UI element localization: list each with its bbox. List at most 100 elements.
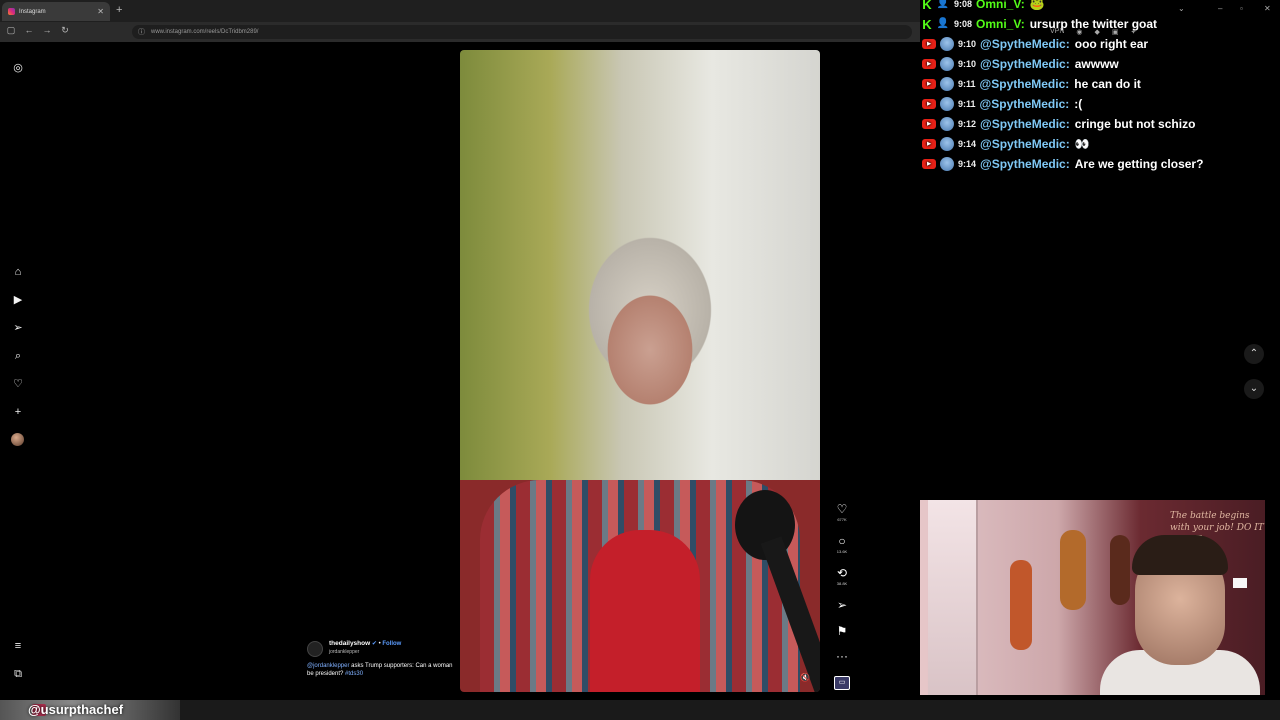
youtube-logo-icon: ▶ — [922, 59, 936, 69]
chat-message: ▶ 9:14 @SpytheMedic: 👀 — [922, 134, 1090, 154]
also-from-meta-icon[interactable]: ⧉ — [11, 667, 25, 681]
chat-text: Are we getting closer? — [1074, 157, 1204, 171]
follow-button[interactable]: Follow — [382, 641, 401, 647]
share-button[interactable]: ➢ — [834, 599, 850, 611]
chat-text: he can do it — [1074, 77, 1141, 91]
chat-avatar — [940, 57, 954, 71]
chat-message: ▶ 9:12 @SpytheMedic: cringe but not schizo — [922, 114, 1195, 134]
create-plus-icon[interactable]: + — [11, 405, 25, 419]
chat-avatar — [940, 117, 954, 131]
sidebar-toggle-icon[interactable]: ▢ — [4, 25, 18, 36]
chat-timestamp: 9:14 — [958, 159, 977, 169]
home-icon[interactable]: ⌂ — [11, 265, 25, 279]
chat-username: Omni_V: — [976, 17, 1025, 31]
caption-mention[interactable]: @jordanklepper — [307, 663, 349, 669]
search-icon[interactable]: ⌕ — [11, 349, 25, 363]
reel-caption: thedailyshow ✔ • Follow jordanklepper @j… — [307, 640, 457, 678]
chat-username: Omni_V: — [976, 0, 1025, 11]
chat-timestamp: 9:14 — [958, 139, 977, 149]
chat-avatar — [940, 77, 954, 91]
streamer — [1132, 535, 1228, 575]
tab-title: Instagram — [19, 8, 46, 15]
chat-avatar — [940, 157, 954, 171]
chat-timestamp: 9:10 — [958, 39, 977, 49]
chat-username: @SpytheMedic: — [979, 97, 1070, 111]
direct-message-icon[interactable]: ➢ — [11, 321, 25, 335]
chat-avatar — [940, 37, 954, 51]
chat-text: awwww — [1074, 57, 1119, 71]
site-info-icon[interactable]: ⓘ — [138, 27, 145, 37]
chat-message: ▶ 9:11 @SpytheMedic: he can do it — [922, 74, 1141, 94]
save-button[interactable]: ⚑ — [834, 625, 850, 637]
comment-count: 13.6K — [836, 549, 848, 554]
webcam-background — [1010, 560, 1032, 650]
comment-icon: ○ — [838, 534, 846, 548]
chat-timestamp: 9:12 — [958, 119, 977, 129]
chat-message: ▶ 9:11 @SpytheMedic: :( — [922, 94, 1082, 114]
more-menu-icon[interactable]: ≡ — [11, 639, 25, 653]
chat-text: cringe but not schizo — [1074, 117, 1196, 131]
chat-message: ▶ 9:10 @SpytheMedic: awwww — [922, 54, 1119, 74]
reload-icon[interactable]: ↻ — [58, 25, 72, 36]
repost-icon: ⟲ — [836, 566, 848, 580]
account-name[interactable]: thedailyshow — [329, 640, 370, 647]
chat-timestamp: 9:10 — [958, 59, 977, 69]
chat-timestamp: 9:11 — [958, 79, 976, 89]
webcam-background — [928, 500, 978, 695]
video-content — [590, 530, 700, 692]
browser-tab-bar: Instagram ✕ + — [0, 0, 920, 22]
address-bar[interactable]: ⓘ www.instagram.com/reels/DcTridbm289/ — [132, 25, 912, 39]
repost-count: 38.8K — [836, 581, 848, 586]
more-options-button[interactable]: ··· — [834, 650, 850, 662]
repost-button[interactable]: ⟲ 38.8K — [834, 567, 850, 586]
chat-message: K 👤 9:08 Omni_V: ursurp the twitter goat — [922, 14, 1157, 34]
chat-username: @SpytheMedic: — [980, 37, 1070, 51]
chat-timestamp: 9:08 — [954, 19, 973, 29]
chat-timestamp: 9:08 — [954, 0, 973, 9]
stream-bottom-bar: @usurpthachef — [0, 700, 1280, 720]
previous-reel-button[interactable]: ⌃ — [1244, 344, 1264, 364]
chat-avatar — [940, 97, 954, 111]
notifications-heart-icon[interactable]: ♡ — [11, 377, 25, 391]
user-icon: 👤 — [936, 0, 950, 9]
streamer-webcam: The battle begins with your job! DO IT R… — [920, 500, 1265, 695]
instagram-logo-icon[interactable]: ◎ — [11, 61, 25, 75]
youtube-logo-icon: ▶ — [922, 79, 936, 89]
url-text: www.instagram.com/reels/DcTridbm289/ — [151, 29, 259, 35]
kick-logo-icon: K — [922, 16, 932, 32]
comment-button[interactable]: ○ 13.6K — [834, 535, 850, 554]
collab-account[interactable]: jordanklepper — [329, 648, 457, 656]
back-arrow-icon[interactable]: ← — [22, 25, 36, 35]
separator: • — [378, 641, 381, 647]
youtube-logo-icon: ▶ — [922, 159, 936, 169]
next-reel-button[interactable]: ⌄ — [1244, 379, 1264, 399]
streamer-handle: @usurpthachef — [28, 702, 124, 717]
youtube-logo-icon: ▶ — [922, 99, 936, 109]
heart-icon: ♡ — [836, 502, 848, 516]
reel-video[interactable]: 🔇 — [460, 50, 820, 692]
youtube-logo-icon: ▶ — [922, 39, 936, 49]
chat-text: 👀 — [1074, 137, 1090, 151]
webcam-background — [1060, 530, 1086, 610]
reels-icon[interactable]: ▶ — [11, 293, 25, 307]
browser-nav-bar: ▢ ← → ↻ ⓘ www.instagram.com/reels/DcTrid… — [0, 22, 920, 42]
chat-text: ursurp the twitter goat — [1029, 17, 1158, 31]
close-tab-icon[interactable]: ✕ — [97, 7, 104, 16]
chat-timestamp: 9:11 — [958, 99, 976, 109]
profile-avatar[interactable] — [11, 433, 24, 446]
chat-message: ▶ 9:14 @SpytheMedic: Are we getting closer? — [922, 154, 1203, 174]
chat-username: @SpytheMedic: — [980, 157, 1070, 171]
audio-thumbnail[interactable]: ▭ — [834, 676, 850, 690]
webcam-background — [1110, 535, 1130, 605]
browser-tab-instagram[interactable]: Instagram ✕ — [2, 2, 110, 21]
new-tab-button[interactable]: + — [116, 4, 122, 16]
ellipsis-icon: ··· — [836, 649, 848, 663]
bookmark-icon: ⚑ — [836, 624, 848, 638]
forward-arrow-icon[interactable]: → — [40, 25, 54, 35]
caption-hashtag[interactable]: #tds30 — [345, 671, 363, 677]
chat-text: :( — [1074, 97, 1083, 111]
account-avatar[interactable] — [307, 641, 323, 657]
mute-icon[interactable]: 🔇 — [800, 673, 810, 682]
chat-avatar — [940, 137, 954, 151]
like-button[interactable]: ♡ 677K — [834, 503, 850, 522]
